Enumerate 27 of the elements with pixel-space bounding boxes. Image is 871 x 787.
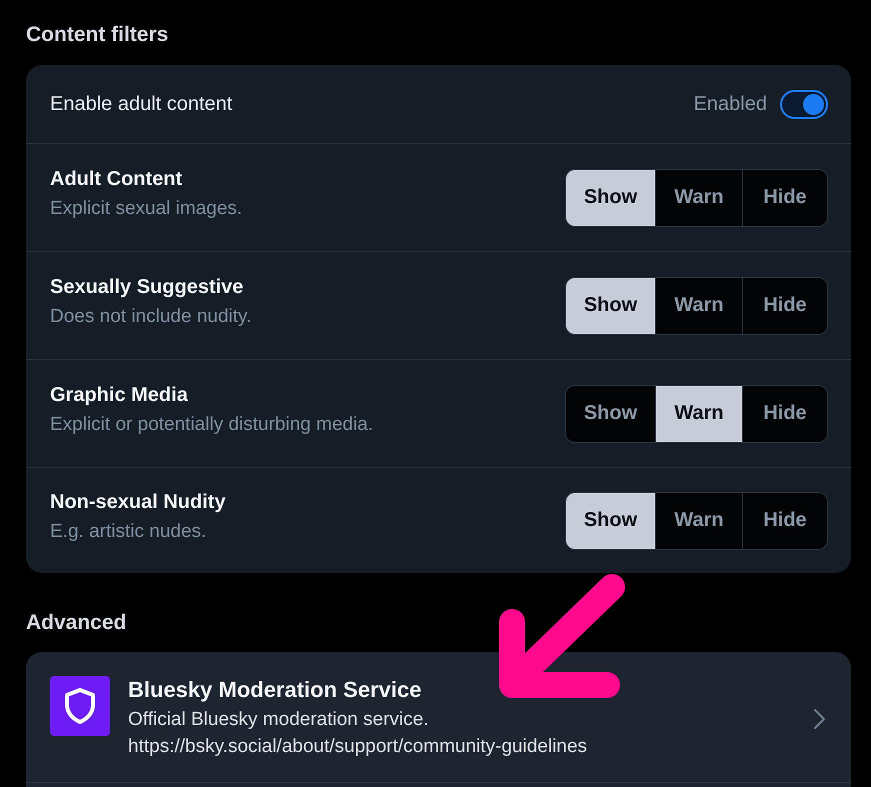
service-url: https://bsky.social/about/support/community-guidelines — [128, 735, 588, 759]
filter-option-button[interactable]: Warn — [655, 386, 742, 442]
filter-option-button[interactable]: Show — [566, 278, 655, 334]
setting-label: Enable adult content — [50, 92, 232, 116]
filter-option-button[interactable]: Hide — [742, 386, 827, 442]
filter-option-button[interactable]: Show — [566, 170, 655, 226]
section-title: Content filters — [26, 22, 168, 48]
filter-option-button[interactable]: Hide — [742, 170, 827, 226]
service-card[interactable]: Bluesky Moderation Service Official Bluesky moderation service. https://bsky.social/about/support/community-guidelines — [26, 652, 851, 787]
filter-option-button[interactable]: Hide — [742, 492, 827, 548]
filter-name: Adult Content — [50, 167, 182, 191]
filter-name: Non-sexual Nudity — [50, 490, 226, 514]
filter-description: Explicit or potentially disturbing media. — [50, 413, 374, 437]
filter-name: Sexually Suggestive — [50, 275, 244, 299]
filter-name: Graphic Media — [50, 383, 188, 407]
filter-description: Explicit sexual images. — [50, 197, 242, 221]
filter-option-button[interactable]: Hide — [742, 278, 827, 334]
service-description: Official Bluesky moderation service. — [128, 708, 429, 732]
chevron-right-icon — [813, 708, 826, 730]
filter-description: Does not include nudity. — [50, 305, 252, 329]
filter-description: E.g. artistic nudes. — [50, 520, 206, 544]
toggle-status: Enabled — [694, 92, 767, 116]
section-title: Advanced — [26, 610, 126, 636]
shield-icon — [50, 676, 110, 736]
service-name: Bluesky Moderation Service — [128, 677, 422, 703]
toggle-switch[interactable] — [780, 90, 828, 118]
filter-option-button[interactable]: Show — [566, 492, 655, 548]
